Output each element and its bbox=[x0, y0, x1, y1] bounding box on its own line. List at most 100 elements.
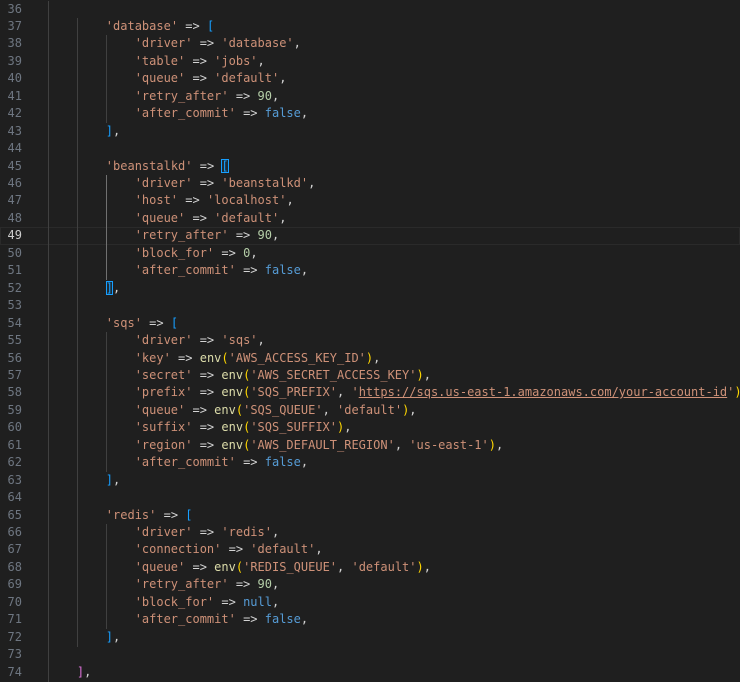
operator-token: => bbox=[228, 577, 258, 592]
line-number: 43 bbox=[7, 123, 22, 138]
string-token: 'default' bbox=[351, 559, 417, 574]
indent-guide bbox=[48, 524, 49, 542]
string-token: 'driver' bbox=[134, 333, 193, 348]
code-line[interactable]: 63], bbox=[0, 471, 740, 490]
string-token: 'SQS_SUFFIX' bbox=[250, 420, 338, 435]
code-line[interactable]: 69 'retry_after' => 90, bbox=[0, 576, 740, 595]
indent-guide bbox=[105, 192, 107, 211]
code-line[interactable]: 62 'after_commit' => false, bbox=[0, 454, 740, 473]
code-line[interactable]: 56 'key' => env('AWS_ACCESS_KEY_ID'), bbox=[0, 349, 740, 368]
line-number: 49 bbox=[7, 228, 22, 243]
indent-guide bbox=[105, 175, 107, 193]
indent-guide bbox=[48, 227, 49, 246]
code-line[interactable]: 36 bbox=[0, 0, 740, 19]
indent-guide bbox=[105, 227, 107, 246]
code-line[interactable]: 74], bbox=[0, 663, 740, 682]
code-line[interactable]: 61 'region' => env('AWS_DEFAULT_REGION', … bbox=[0, 436, 740, 455]
code-line[interactable]: 71 'after_commit' => false, bbox=[0, 611, 740, 630]
code-line[interactable]: 53 bbox=[0, 297, 740, 316]
indent-guide bbox=[48, 70, 49, 89]
code-line[interactable]: 70 'block_for' => null, bbox=[0, 593, 740, 612]
operator-token: , bbox=[394, 437, 410, 452]
indent-guide bbox=[105, 262, 107, 281]
code-line[interactable]: 55 'driver' => 'sqs', bbox=[0, 332, 740, 350]
code-line[interactable]: 50 'block_for' => 0, bbox=[0, 244, 740, 263]
code-text: 'after_commit' => false, bbox=[135, 262, 308, 279]
keyword-token: null bbox=[243, 594, 272, 609]
code-line[interactable]: 59 'queue' => env('SQS_QUEUE', 'default')… bbox=[0, 401, 740, 420]
code-line[interactable]: 58 'prefix' => env('SQS_PREFIX', 'https:/… bbox=[0, 384, 740, 403]
line-number: 54 bbox=[7, 315, 22, 330]
code-line[interactable]: 64 bbox=[0, 489, 740, 508]
operator-token: , bbox=[257, 333, 265, 348]
code-editor[interactable]: 36 37'database' => [38'driver' => 'databa… bbox=[0, 0, 740, 682]
string-token: 'default' bbox=[214, 210, 280, 225]
operator-token: , bbox=[271, 228, 280, 243]
code-line[interactable]: 52], bbox=[0, 279, 740, 298]
indent-guide bbox=[48, 541, 49, 560]
paren-token: ) bbox=[734, 385, 740, 399]
code-line[interactable]: 49 'retry_after' => 90, bbox=[0, 227, 740, 246]
code-line[interactable]: 68 'queue' => env('REDIS_QUEUE', 'default… bbox=[0, 558, 740, 577]
code-line[interactable]: 44 bbox=[0, 140, 740, 159]
indent-guide bbox=[48, 244, 49, 263]
code-line[interactable]: 43], bbox=[0, 122, 740, 141]
code-text: 'host' => 'localhost', bbox=[135, 192, 294, 209]
code-line[interactable]: 60 'suffix' => env('SQS_SUFFIX'), bbox=[0, 419, 740, 438]
code-line[interactable]: 47 'host' => 'localhost', bbox=[0, 192, 740, 211]
line-number: 56 bbox=[7, 350, 22, 365]
string-token: 'default' bbox=[337, 402, 403, 417]
code-line[interactable]: 45 'beanstalkd' => [ bbox=[0, 157, 740, 176]
line-number: 57 bbox=[7, 367, 22, 382]
code-line[interactable]: 51 'after_commit' => false, bbox=[0, 262, 740, 281]
code-text: 'after_commit' => false, bbox=[135, 454, 308, 471]
string-token: ' bbox=[351, 385, 359, 400]
code-line[interactable]: 57 'secret' => env('AWS_SECRET_ACCESS_KEY… bbox=[0, 366, 740, 385]
paren-token: ( bbox=[221, 350, 229, 365]
keyword-token: false bbox=[264, 455, 301, 470]
string-token: 'retry_after' bbox=[134, 88, 229, 103]
code-line[interactable]: 72], bbox=[0, 628, 740, 647]
indent-guide bbox=[105, 332, 107, 350]
code-text: 'retry_after' => 90, bbox=[135, 227, 280, 244]
code-line[interactable]: 46 'driver' => 'beanstalkd', bbox=[0, 175, 740, 193]
code-line[interactable]: 54 'sqs' => [ bbox=[0, 314, 740, 333]
string-token: 'redis' bbox=[105, 507, 157, 522]
code-line[interactable]: 65 'redis' => [ bbox=[0, 506, 740, 525]
operator-token: , bbox=[495, 437, 504, 452]
string-token: 'after_commit' bbox=[134, 612, 236, 627]
code-line[interactable]: 41 'retry_after' => 90, bbox=[0, 87, 740, 106]
line-number: 70 bbox=[7, 594, 22, 609]
string-token: 'suffix' bbox=[134, 420, 193, 435]
function-token: env bbox=[221, 437, 244, 452]
string-token: 'us-east-1' bbox=[409, 437, 489, 452]
code-line[interactable]: 40 'queue' => 'default', bbox=[0, 70, 740, 89]
operator-token: => bbox=[178, 193, 207, 208]
code-line[interactable]: 73 bbox=[0, 646, 740, 665]
code-line[interactable]: 42 'after_commit' => false, bbox=[0, 105, 740, 124]
code-line[interactable]: 48 'queue' => 'default', bbox=[0, 209, 740, 228]
operator-token: , bbox=[315, 542, 323, 557]
bracket-token: [ bbox=[221, 158, 229, 173]
code-line[interactable]: 67 'connection' => 'default', bbox=[0, 541, 740, 560]
code-text: 'driver' => 'beanstalkd', bbox=[135, 175, 316, 192]
operator-token: => bbox=[228, 88, 258, 103]
operator-token: => bbox=[192, 437, 222, 452]
indent-guide bbox=[76, 489, 78, 508]
string-token: 'beanstalkd' bbox=[105, 158, 193, 173]
url-link[interactable]: https://sqs.us-east-1.amazonaws.com/your… bbox=[359, 385, 727, 399]
code-line[interactable]: 37 'database' => [ bbox=[0, 17, 740, 36]
string-token: 'SQS_QUEUE' bbox=[243, 402, 323, 417]
code-line[interactable]: 39 'table' => 'jobs', bbox=[0, 52, 740, 71]
string-token: 'retry_after' bbox=[134, 228, 229, 243]
operator-token: => bbox=[192, 158, 222, 173]
indent-guide bbox=[105, 436, 107, 455]
paren-token: ) bbox=[488, 437, 496, 452]
code-line[interactable]: 66 'driver' => 'redis', bbox=[0, 524, 740, 542]
keyword-token: false bbox=[264, 612, 301, 627]
indent-guide bbox=[105, 576, 107, 595]
operator-token: , bbox=[113, 280, 121, 295]
line-number: 47 bbox=[7, 193, 22, 208]
line-number: 61 bbox=[7, 437, 22, 452]
code-line[interactable]: 38 'driver' => 'database', bbox=[0, 35, 740, 54]
